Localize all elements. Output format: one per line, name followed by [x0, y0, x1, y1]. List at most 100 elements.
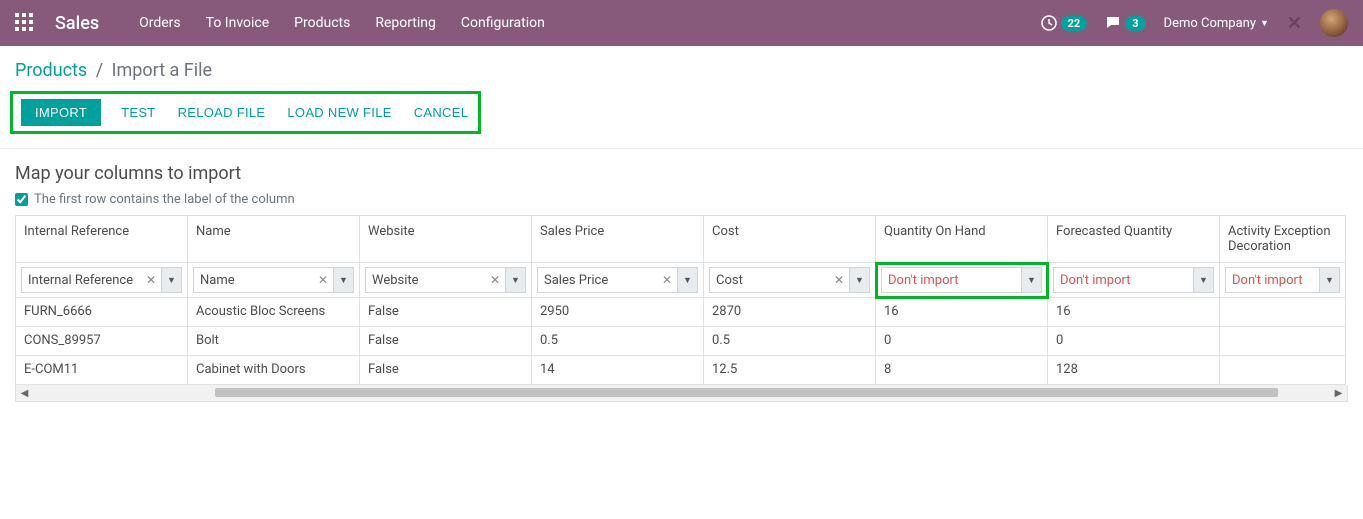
- discuss-indicator[interactable]: 3: [1105, 15, 1145, 31]
- breadcrumb-sep: /: [96, 60, 103, 81]
- nav-to-invoice[interactable]: To Invoice: [206, 15, 270, 31]
- chevron-down-icon[interactable]: ▼: [1021, 268, 1041, 292]
- nav-orders[interactable]: Orders: [139, 15, 181, 31]
- column-header: Activity Exception Decoration: [1220, 216, 1346, 263]
- chevron-down-icon: ▼: [1260, 18, 1269, 29]
- toolbar-highlight: IMPORT TEST RELOAD FILE LOAD NEW FILE CA…: [10, 91, 481, 134]
- close-icon[interactable]: ✕: [1287, 13, 1302, 34]
- chevron-down-icon[interactable]: ▼: [1193, 268, 1213, 292]
- scroll-track[interactable]: [33, 385, 1330, 401]
- table-header-row: Internal ReferenceNameWebsiteSales Price…: [16, 216, 1346, 263]
- navbar: Sales Orders To Invoice Products Reporti…: [0, 0, 1363, 46]
- column-header: Sales Price: [532, 216, 704, 263]
- column-mapping-cell: Website✕▼: [360, 263, 532, 298]
- table-cell: Acoustic Bloc Screens: [188, 298, 360, 327]
- toolbar: IMPORT TEST RELOAD FILE LOAD NEW FILE CA…: [0, 91, 1363, 149]
- mapping-value: Name: [194, 273, 313, 288]
- table-cell: 0.5: [704, 327, 876, 356]
- app-brand[interactable]: Sales: [55, 13, 99, 34]
- first-row-checkbox-label[interactable]: The first row contains the label of the …: [15, 192, 1348, 207]
- company-selector[interactable]: Demo Company ▼: [1164, 16, 1269, 31]
- test-button[interactable]: TEST: [119, 99, 157, 126]
- table-row: E-COM11Cabinet with DoorsFalse1412.58128: [16, 356, 1346, 385]
- column-mapping-cell: Don't import▼: [1220, 263, 1346, 298]
- table-cell: 0: [1048, 327, 1220, 356]
- column-mapping-select[interactable]: Don't import▼: [1225, 267, 1340, 293]
- column-mapping-cell: Internal Reference✕▼: [16, 263, 188, 298]
- cancel-button[interactable]: CANCEL: [412, 99, 471, 126]
- table-cell: 16: [876, 298, 1048, 327]
- table-cell: [1220, 298, 1346, 327]
- avatar[interactable]: [1320, 9, 1348, 37]
- table-mapping-row: Internal Reference✕▼Name✕▼Website✕▼Sales…: [16, 263, 1346, 298]
- horizontal-scrollbar[interactable]: ◀ ▶: [15, 385, 1348, 402]
- mapping-value: Don't import: [1226, 273, 1319, 288]
- chat-icon: [1105, 15, 1121, 31]
- nav-reporting[interactable]: Reporting: [375, 15, 436, 31]
- column-mapping-select[interactable]: Cost✕▼: [709, 267, 870, 293]
- clear-mapping-icon[interactable]: ✕: [313, 273, 333, 287]
- column-mapping-select[interactable]: Don't import▼: [1053, 267, 1214, 293]
- breadcrumb: Products / Import a File: [0, 46, 1363, 91]
- clear-mapping-icon[interactable]: ✕: [485, 273, 505, 287]
- import-table: Internal ReferenceNameWebsiteSales Price…: [15, 215, 1346, 385]
- table-cell: False: [360, 298, 532, 327]
- import-button[interactable]: IMPORT: [21, 99, 101, 126]
- chevron-down-icon[interactable]: ▼: [1319, 268, 1339, 292]
- clear-mapping-icon[interactable]: ✕: [829, 273, 849, 287]
- breadcrumb-root[interactable]: Products: [15, 60, 87, 81]
- mapping-value: Don't import: [1054, 273, 1193, 288]
- nav-right: 22 3 Demo Company ▼ ✕: [1041, 9, 1348, 37]
- table-cell: [1220, 356, 1346, 385]
- column-mapping-select[interactable]: Sales Price✕▼: [537, 267, 698, 293]
- column-header: Website: [360, 216, 532, 263]
- column-mapping-select[interactable]: Name✕▼: [193, 267, 354, 293]
- scroll-thumb[interactable]: [215, 388, 1279, 397]
- chevron-down-icon[interactable]: ▼: [333, 268, 353, 292]
- first-row-checkbox[interactable]: [15, 193, 28, 206]
- column-header: Forecasted Quantity: [1048, 216, 1220, 263]
- column-mapping-cell: Sales Price✕▼: [532, 263, 704, 298]
- table-row: CONS_89957BoltFalse0.50.500: [16, 327, 1346, 356]
- column-header: Name: [188, 216, 360, 263]
- column-mapping-cell: Don't import▼: [1048, 263, 1220, 298]
- table-cell: 14: [532, 356, 704, 385]
- column-mapping-select[interactable]: Internal Reference✕▼: [21, 267, 182, 293]
- load-new-file-button[interactable]: LOAD NEW FILE: [285, 99, 393, 126]
- section-title: Map your columns to import: [15, 163, 1348, 184]
- table-cell: 128: [1048, 356, 1220, 385]
- table-cell: 2870: [704, 298, 876, 327]
- chevron-down-icon[interactable]: ▼: [677, 268, 697, 292]
- table-cell: CONS_89957: [16, 327, 188, 356]
- table-cell: FURN_6666: [16, 298, 188, 327]
- table-cell: False: [360, 356, 532, 385]
- breadcrumb-current: Import a File: [112, 60, 212, 81]
- table-row: FURN_6666Acoustic Bloc ScreensFalse29502…: [16, 298, 1346, 327]
- table-cell: [1220, 327, 1346, 356]
- nav-configuration[interactable]: Configuration: [461, 15, 545, 31]
- scroll-right-arrow[interactable]: ▶: [1330, 388, 1347, 399]
- company-name: Demo Company: [1164, 16, 1256, 31]
- table-cell: 12.5: [704, 356, 876, 385]
- chevron-down-icon[interactable]: ▼: [161, 268, 181, 292]
- apps-icon[interactable]: [15, 13, 35, 33]
- discuss-badge: 3: [1125, 16, 1145, 31]
- clock-icon: [1041, 15, 1057, 31]
- mapping-value: Don't import: [882, 273, 1021, 288]
- table-cell: E-COM11: [16, 356, 188, 385]
- chevron-down-icon[interactable]: ▼: [505, 268, 525, 292]
- reload-file-button[interactable]: RELOAD FILE: [176, 99, 268, 126]
- scroll-left-arrow[interactable]: ◀: [16, 388, 33, 399]
- chevron-down-icon[interactable]: ▼: [849, 268, 869, 292]
- column-mapping-select[interactable]: Don't import▼: [881, 267, 1042, 293]
- clear-mapping-icon[interactable]: ✕: [657, 273, 677, 287]
- clear-mapping-icon[interactable]: ✕: [141, 273, 161, 287]
- map-section: Map your columns to import The first row…: [0, 149, 1363, 215]
- nav-products[interactable]: Products: [294, 15, 350, 31]
- activity-indicator[interactable]: 22: [1041, 15, 1088, 31]
- column-mapping-select[interactable]: Website✕▼: [365, 267, 526, 293]
- first-row-text: The first row contains the label of the …: [34, 192, 295, 207]
- column-header: Cost: [704, 216, 876, 263]
- table-cell: Cabinet with Doors: [188, 356, 360, 385]
- mapping-value: Sales Price: [538, 273, 657, 288]
